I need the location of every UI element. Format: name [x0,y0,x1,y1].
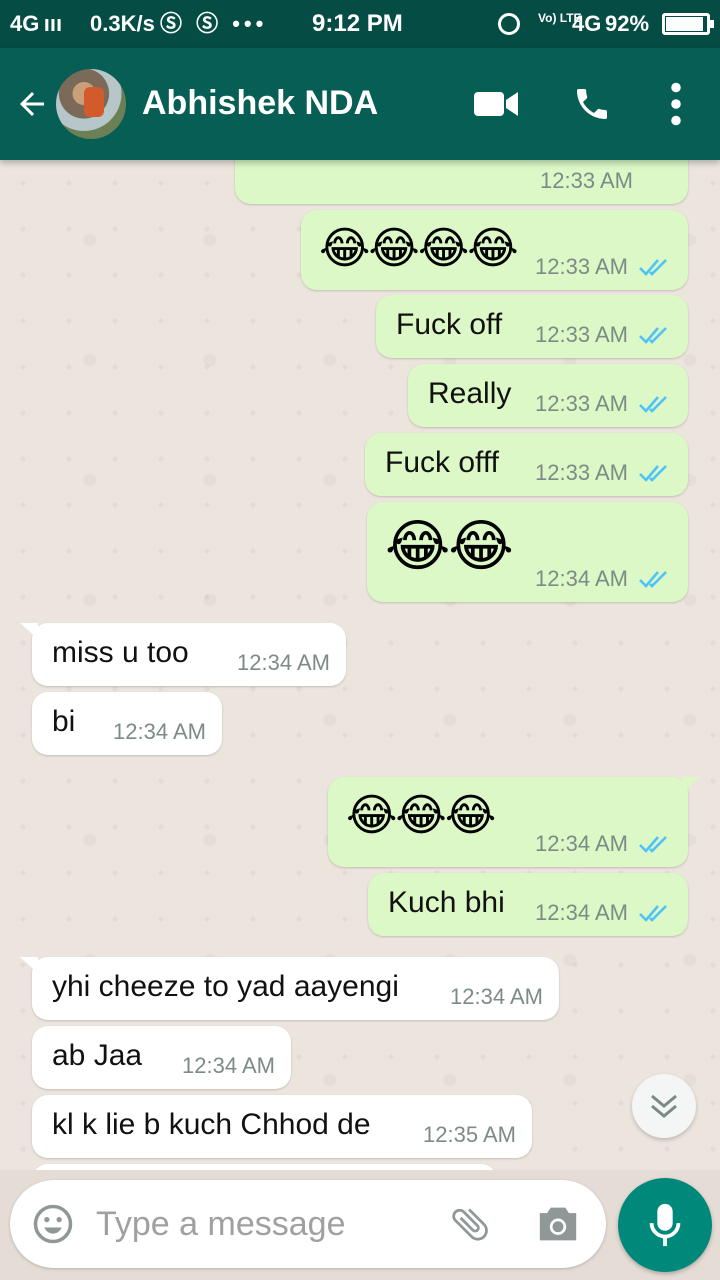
emoji-icon[interactable] [32,1203,74,1245]
message-bubble-incoming[interactable]: yhi cheeze to yad aayengi 12:34 AM [20,957,559,1020]
message-time: 12:34 AM [450,984,543,1009]
signal-indicator: 4G ııı [10,11,63,36]
double-tick-icon [639,396,667,413]
message-time: 12:33 AM [535,254,628,279]
battery-fill [666,17,703,31]
battery-percent: 92% [605,11,650,36]
back-arrow-icon[interactable] [14,86,50,122]
message-text: yhi cheeze to yad aayengi [52,970,399,1003]
contact-name[interactable]: Abhishek NDA [142,82,378,124]
attach-icon[interactable] [448,1202,492,1246]
alarm-icon [498,13,520,35]
double-tick-icon [639,836,667,853]
message-bubble-incoming[interactable]: kl k lie b kuch Chhod de 12:35 AM [32,1095,532,1158]
message-text: Fuck off [396,308,503,341]
message-bubble-outgoing[interactable]: Fuck off 12:33 AM [376,295,688,358]
double-tick-icon [639,465,667,482]
chat-area[interactable]: 12:33 AM 😂😂😂😂 12:33 AM Fuck off 12:33 AM… [0,160,720,1170]
network-speed: 0.3K/s [90,11,155,36]
double-tick-icon [639,571,667,588]
status-time: 9:12 PM [312,10,403,37]
message-text: Fuck offf [385,446,499,479]
double-tick-icon [639,327,667,344]
double-tick-icon [639,905,667,922]
message-time: 12:33 AM [535,460,628,485]
more-options-icon[interactable] [664,82,688,126]
emoji-message: 😂😂😂 [346,791,496,840]
message-time: 12:34 AM [182,1053,275,1078]
camera-icon[interactable] [536,1204,580,1244]
status-bar: 4G ııı 0.3K/s Ⓢ Ⓢ ••• 9:12 PM Vo) LTE 4G… [0,0,720,48]
message-input[interactable] [96,1198,426,1250]
message-time: 12:33 AM [535,322,628,347]
message-time: 12:34 AM [535,566,628,591]
network-type: 4G [572,11,602,36]
message-text: Really [428,377,512,410]
message-bubble-outgoing[interactable]: Fuck offf 12:33 AM [365,433,688,496]
message-bubble-outgoing[interactable]: Kuch bhi 12:34 AM [368,873,688,936]
double-tick-icon [639,259,667,276]
message-bubble-incoming[interactable]: miss u too 12:34 AM [20,623,346,686]
avatar[interactable] [56,69,126,139]
emoji-message: 😂😂 [385,514,514,577]
message-bubble-outgoing[interactable]: 😂😂😂😂 12:33 AM [301,210,688,290]
message-bubble-outgoing[interactable]: Really 12:33 AM [408,364,688,427]
message-text: miss u too [52,636,189,669]
message-time: 12:34 AM [535,831,628,856]
voice-call-icon[interactable] [572,84,612,124]
mic-button[interactable] [618,1178,712,1272]
message-time: 12:33 AM [540,168,633,193]
message-text: ab Jaa [52,1039,143,1072]
scroll-down-button[interactable] [632,1074,696,1138]
message-bubble-incoming[interactable] [32,1164,497,1170]
message-bubble-outgoing[interactable]: 12:33 AM [235,160,688,204]
scroll-down-icon [651,1094,677,1118]
message-time: 12:33 AM [535,391,628,416]
message-text: kl k lie b kuch Chhod de [52,1108,371,1141]
message-time: 12:34 AM [113,719,206,744]
message-time: 12:35 AM [423,1122,516,1147]
video-call-icon[interactable] [472,88,520,120]
message-bubble-outgoing[interactable]: 😂😂 12:34 AM [367,502,688,602]
message-text: Kuch bhi [388,886,505,919]
message-bubble-incoming[interactable]: ab Jaa 12:34 AM [32,1026,291,1089]
message-bubble-outgoing[interactable]: 😂😂😂 12:34 AM [328,777,700,867]
message-time: 12:34 AM [237,650,330,675]
message-bubble-incoming[interactable]: bi 12:34 AM [32,692,222,755]
message-time: 12:34 AM [535,900,628,925]
emoji-message: 😂😂😂😂 [319,224,519,273]
notification-icons: Ⓢ Ⓢ ••• [160,11,268,36]
battery-icon [662,13,714,35]
message-composer [10,1180,606,1268]
chat-header: Abhishek NDA [0,48,720,160]
message-text: bi [52,705,76,738]
mic-icon [649,1203,681,1247]
